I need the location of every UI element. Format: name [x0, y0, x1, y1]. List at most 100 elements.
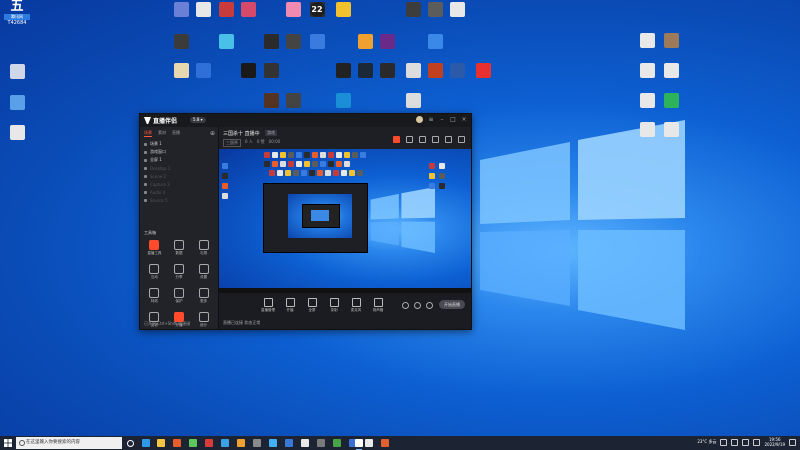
- desktop-icon[interactable]: [192, 63, 214, 78]
- eye-icon[interactable]: [144, 190, 147, 194]
- menu-icon[interactable]: ≡: [428, 116, 434, 123]
- desktop-file-icon[interactable]: [660, 122, 682, 137]
- eye-icon[interactable]: [144, 166, 147, 170]
- bottom-tool[interactable]: 全屏: [305, 298, 319, 313]
- tool-item[interactable]: 统计: [191, 312, 216, 328]
- scene-row[interactable]: Audio 4: [140, 188, 218, 196]
- bottom-tool[interactable]: 扬声器: [371, 298, 385, 313]
- eye-icon[interactable]: [144, 174, 147, 178]
- scene-row[interactable]: 场景 1: [140, 140, 218, 148]
- taskbar-task-view-icon[interactable]: [127, 440, 134, 447]
- desktop-icon[interactable]: [354, 34, 376, 49]
- eye-icon[interactable]: [144, 182, 147, 186]
- bottom-tool[interactable]: 直播管理: [261, 298, 275, 313]
- desktop-file-icon[interactable]: [636, 93, 658, 108]
- desktop-icon[interactable]: [6, 95, 28, 110]
- taskbar-live-companion-icon[interactable]: [355, 439, 363, 450]
- maximize-icon[interactable]: □: [450, 116, 456, 123]
- desktop-icon[interactable]: [402, 2, 424, 17]
- desktop-icon[interactable]: [170, 63, 192, 78]
- desktop-file-icon[interactable]: [636, 122, 658, 137]
- desktop-icon[interactable]: [237, 63, 259, 78]
- notification-icon[interactable]: [789, 438, 796, 446]
- taskbar-search-input[interactable]: 在这里输入你要搜索的内容: [16, 437, 122, 449]
- desktop-icon[interactable]: [260, 63, 282, 78]
- live-preview[interactable]: [219, 149, 471, 293]
- desktop-icon[interactable]: [424, 34, 446, 49]
- scene-row[interactable]: Capture 3: [140, 180, 218, 188]
- ime-icon[interactable]: [753, 438, 761, 446]
- desktop-icon[interactable]: [332, 2, 354, 17]
- taskbar-app-7-icon[interactable]: [269, 439, 277, 447]
- desktop-icon[interactable]: [306, 34, 328, 49]
- version-badge[interactable]: 5.8 ▾: [190, 117, 206, 123]
- eye-icon[interactable]: [144, 198, 147, 202]
- beauty-icon[interactable]: [414, 302, 421, 309]
- desktop-icon[interactable]: [424, 63, 446, 78]
- bottom-tool[interactable]: 麦克风: [349, 298, 363, 313]
- desktop-file-icon[interactable]: [660, 63, 682, 78]
- desktop-icon[interactable]: [446, 63, 468, 78]
- room-category[interactable]: 三国杀: [223, 139, 241, 147]
- desktop-icon[interactable]: [332, 93, 354, 108]
- eye-icon[interactable]: [144, 150, 147, 154]
- network-icon[interactable]: [731, 438, 739, 446]
- taskbar-app-14-icon[interactable]: [381, 439, 389, 447]
- scene-row[interactable]: 全屏 1: [140, 156, 218, 164]
- taskbar-app-10-icon[interactable]: [317, 439, 325, 447]
- desktop-icon[interactable]: [6, 125, 28, 140]
- tab-live[interactable]: 直播: [172, 130, 180, 137]
- room-tag[interactable]: 游戏: [265, 130, 277, 136]
- desktop-icon[interactable]: [472, 63, 494, 78]
- chevron-up-icon[interactable]: [720, 438, 728, 446]
- taskbar-app-1-icon[interactable]: [173, 439, 181, 447]
- room-title[interactable]: 三国杀十 直播中: [223, 130, 260, 137]
- desktop-file-icon[interactable]: [660, 93, 682, 108]
- windows-start-icon[interactable]: [4, 439, 12, 447]
- taskbar-explorer-icon[interactable]: [157, 439, 165, 447]
- desktop-icon[interactable]: [354, 63, 376, 78]
- taskbar-app-13-icon[interactable]: [365, 439, 373, 447]
- live-companion-window[interactable]: 直播伴侣 5.8 ▾ ≡ – □ × 场景 素材 直播 ⊕ 场景 1 游戏窗口 全屏…: [139, 113, 472, 330]
- weather[interactable]: 23°C 多云: [697, 439, 716, 445]
- desktop-icon[interactable]: [170, 2, 192, 17]
- tool-item[interactable]: 分享: [167, 264, 192, 280]
- close-icon[interactable]: ×: [461, 116, 467, 123]
- taskbar-app-9-icon[interactable]: [301, 439, 309, 447]
- eye-icon[interactable]: [144, 142, 147, 146]
- bottom-tool[interactable]: 录制: [327, 298, 341, 313]
- tab-materials[interactable]: 素材: [158, 130, 166, 137]
- share-icon[interactable]: [406, 136, 413, 143]
- chat-icon[interactable]: [445, 136, 452, 143]
- desktop-file-icon[interactable]: [660, 33, 682, 48]
- taskbar-app-3-icon[interactable]: [205, 439, 213, 447]
- desktop-icon[interactable]: [192, 2, 214, 17]
- clock[interactable]: 19:56 2022/9/19: [764, 437, 785, 447]
- add-scene-icon[interactable]: ⊕: [210, 130, 215, 137]
- taskbar-app-8-icon[interactable]: [285, 439, 293, 447]
- bottom-tool[interactable]: 开播: [283, 298, 297, 313]
- tool-item[interactable]: 特效: [142, 288, 167, 304]
- desktop-icon[interactable]: [6, 64, 28, 79]
- gift-icon[interactable]: [419, 136, 426, 143]
- volume-icon[interactable]: [742, 438, 750, 446]
- taskbar-app-5-icon[interactable]: [237, 439, 245, 447]
- desktop-icon[interactable]: [402, 63, 424, 78]
- taskbar-app-6-icon[interactable]: [253, 439, 261, 447]
- desktop-icon[interactable]: [282, 2, 304, 17]
- scene-row[interactable]: Scene 2: [140, 172, 218, 180]
- scene-row[interactable]: Source 5: [140, 196, 218, 204]
- tool-item[interactable]: 设置: [191, 264, 216, 280]
- desktop-icon[interactable]: [402, 93, 424, 108]
- desktop-icon[interactable]: [424, 2, 446, 17]
- desktop-icon[interactable]: [215, 34, 237, 49]
- start-live-button[interactable]: 开始直播: [439, 300, 465, 309]
- tool-item[interactable]: 礼物: [191, 240, 216, 256]
- record-icon[interactable]: [393, 136, 400, 143]
- taskbar-edge-icon[interactable]: [142, 439, 150, 447]
- desktop-icon[interactable]: [260, 93, 282, 108]
- settings-icon[interactable]: [432, 136, 439, 143]
- desktop-icon[interactable]: [282, 93, 304, 108]
- desktop-icon[interactable]: [376, 34, 398, 49]
- desktop-icon[interactable]: [332, 63, 354, 78]
